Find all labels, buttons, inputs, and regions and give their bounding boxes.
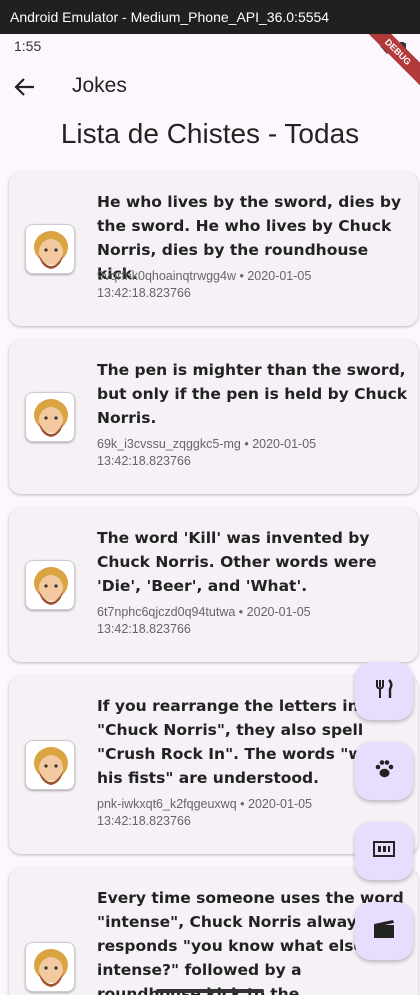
phone-screen: 1:55 DEBUG Jokes Lista de Chistes - Toda… <box>0 34 420 995</box>
home-indicator[interactable] <box>156 989 264 993</box>
arrow-back-icon <box>14 76 36 102</box>
joke-meta: 9vqrfnk0qhoainqtrwgg4w • 2020-01-05 13:42… <box>97 268 410 302</box>
joke-id: 9vqrfnk0qhoainqtrwgg4w <box>97 269 236 283</box>
pets-icon <box>373 758 395 784</box>
movie-icon <box>373 919 395 943</box>
joke-id: 69k_i3cvssu_zqggkc5-mg <box>97 437 241 451</box>
joke-meta: 6t7nphc6qjczd0q94tutwa • 2020-01-05 13:42… <box>97 604 410 638</box>
emulator-title-bar: Android Emulator - Medium_Phone_API_36.0… <box>0 0 420 34</box>
joke-card[interactable]: The pen is mighter than the sword, but o… <box>9 340 418 494</box>
joke-time: 13:42:18.823766 <box>97 814 191 828</box>
meta-separator: • <box>240 797 245 811</box>
joke-time: 13:42:18.823766 <box>97 622 191 636</box>
window-title: Android Emulator - Medium_Phone_API_36.0… <box>10 9 330 25</box>
money-icon <box>373 840 395 862</box>
page-title: Lista de Chistes - Todas <box>60 118 360 149</box>
joke-text: The pen is mighter than the sword, but o… <box>97 361 408 427</box>
joke-date: 2020-01-05 <box>246 605 311 619</box>
meta-separator: • <box>244 437 249 451</box>
joke-id: pnk-iwkxqt6_k2fqgeuxwq <box>97 797 237 811</box>
chuck-norris-avatar <box>25 224 75 274</box>
movie-fab[interactable] <box>355 902 413 960</box>
chuck-norris-avatar <box>25 560 75 610</box>
status-time: 1:55 <box>14 38 42 54</box>
joke-date: 2020-01-05 <box>248 797 312 811</box>
chuck-norris-avatar <box>25 392 75 442</box>
back-button[interactable] <box>10 74 40 104</box>
status-bar: 1:55 DEBUG <box>0 34 420 94</box>
meta-separator: • <box>238 605 244 619</box>
chuck-norris-avatar <box>25 942 75 992</box>
joke-meta: 69k_i3cvssu_zqggkc5-mg • 2020-01-05 13:42… <box>97 436 410 470</box>
restaurant-fab[interactable] <box>355 662 413 720</box>
joke-date: 2020-01-05 <box>252 437 317 451</box>
joke-card[interactable]: The word 'Kill' was invented by Chuck No… <box>9 508 418 662</box>
joke-card[interactable]: He who lives by the sword, dies by the s… <box>9 172 418 326</box>
app-bar-title: Jokes <box>72 74 127 97</box>
joke-date: 2020-01-05 <box>247 269 312 283</box>
joke-id: 6t7nphc6qjczd0q94tutwa <box>97 605 236 619</box>
joke-time: 13:42:18.823766 <box>97 286 191 300</box>
restaurant-icon <box>373 678 395 704</box>
joke-text: The word 'Kill' was invented by Chuck No… <box>97 529 377 595</box>
joke-time: 13:42:18.823766 <box>97 454 191 468</box>
meta-separator: • <box>239 269 244 283</box>
app-bar: Jokes <box>0 60 420 116</box>
money-fab[interactable] <box>355 822 413 880</box>
pets-fab[interactable] <box>355 742 413 800</box>
chuck-norris-avatar <box>25 740 75 790</box>
